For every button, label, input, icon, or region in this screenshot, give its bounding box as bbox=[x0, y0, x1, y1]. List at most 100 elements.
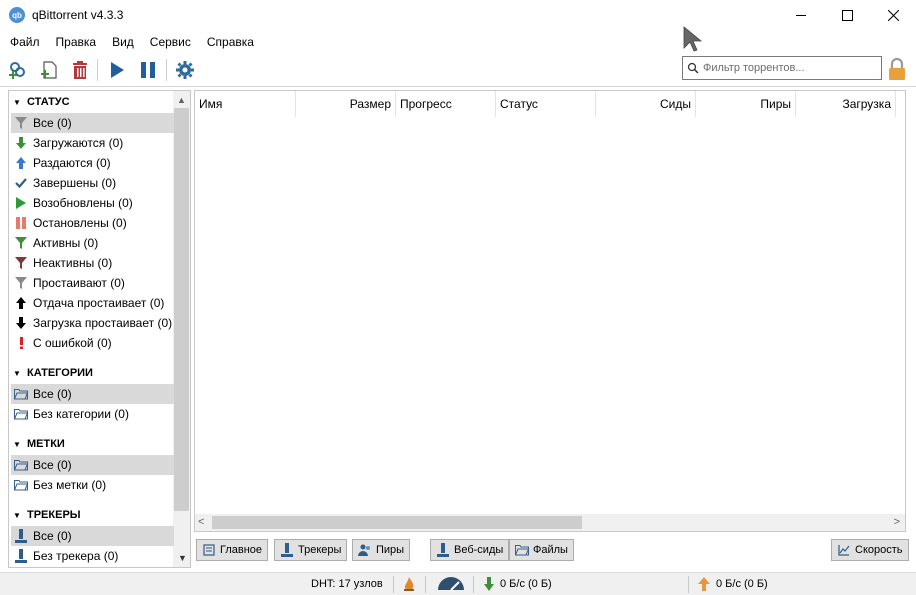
tags-section-header[interactable]: ▼ МЕТКИ bbox=[9, 434, 174, 454]
add-torrent-link-button[interactable] bbox=[6, 58, 30, 82]
connection-status-icon[interactable] bbox=[402, 576, 416, 595]
tab-webseeds[interactable]: Веб-сиды bbox=[430, 539, 510, 561]
trackers-section-title: ТРЕКЕРЫ bbox=[27, 509, 81, 521]
scroll-right-arrow-icon[interactable]: > bbox=[894, 516, 900, 528]
error-icon bbox=[14, 336, 28, 350]
minimize-button[interactable] bbox=[778, 0, 824, 31]
tag-filter-untagged[interactable]: Без метки (0) bbox=[11, 475, 174, 495]
folder-icon bbox=[14, 387, 28, 401]
pause-button[interactable] bbox=[136, 58, 160, 82]
status-filter-active[interactable]: Активны (0) bbox=[11, 233, 174, 253]
tag-filter-label: Все (0) bbox=[33, 458, 72, 472]
add-torrent-file-button[interactable] bbox=[37, 58, 61, 82]
collapse-caret-icon: ▼ bbox=[13, 368, 21, 378]
arrow-up-black-icon bbox=[14, 296, 28, 310]
filter-sidebar: ▲ ▼ СТАТУС Все (0) Загружаются (0) Разда… bbox=[8, 90, 191, 568]
category-filter-all[interactable]: Все (0) bbox=[11, 384, 174, 404]
column-header-seeds[interactable]: Сиды bbox=[596, 91, 696, 117]
column-header-status[interactable]: Статус bbox=[496, 91, 596, 117]
category-filter-uncategorized[interactable]: Без категории (0) bbox=[11, 404, 174, 424]
status-filter-all[interactable]: Все (0) bbox=[11, 113, 174, 133]
tracker-icon bbox=[436, 543, 450, 557]
status-filter-inactive[interactable]: Неактивны (0) bbox=[11, 253, 174, 273]
tab-general[interactable]: Главное bbox=[196, 539, 269, 561]
upload-speed[interactable]: 0 Б/с (0 Б) bbox=[716, 578, 768, 590]
torrent-list[interactable]: Имя Размер Прогресс Статус Сиды Пиры Заг… bbox=[194, 90, 906, 532]
status-bar: DHT: 17 узлов 0 Б/с (0 Б) 0 Б/с (0 Б) bbox=[0, 572, 916, 595]
column-header-download-speed[interactable]: Загрузка bbox=[796, 91, 896, 117]
column-header-progress[interactable]: Прогресс bbox=[396, 91, 496, 117]
scroll-left-arrow-icon[interactable]: < bbox=[198, 516, 204, 528]
column-header-label: Сиды bbox=[660, 97, 691, 111]
sidebar-scroll-thumb[interactable] bbox=[174, 108, 189, 511]
status-filter-stalled[interactable]: Простаивают (0) bbox=[11, 273, 174, 293]
tracker-filter-all[interactable]: Все (0) bbox=[11, 526, 174, 546]
status-section-header[interactable]: ▼ СТАТУС bbox=[9, 92, 174, 112]
status-filter-label: Загружаются (0) bbox=[33, 136, 124, 150]
column-header-label: Размер bbox=[349, 97, 391, 111]
status-filter-stalled-downloading[interactable]: Загрузка простаивает (0) bbox=[11, 313, 174, 333]
filter-gray-icon bbox=[14, 116, 28, 130]
download-arrow-icon bbox=[483, 577, 495, 594]
check-icon bbox=[14, 176, 28, 190]
folder-icon bbox=[14, 458, 28, 472]
status-section-title: СТАТУС bbox=[27, 96, 70, 108]
status-filter-label: Загрузка простаивает (0) bbox=[33, 316, 173, 330]
close-button[interactable] bbox=[870, 0, 916, 31]
status-filter-seeding[interactable]: Раздаются (0) bbox=[11, 153, 174, 173]
menu-edit[interactable]: Правка bbox=[48, 31, 105, 53]
maximize-button[interactable] bbox=[824, 0, 870, 31]
categories-section-header[interactable]: ▼ КАТЕГОРИИ bbox=[9, 363, 174, 383]
tag-filter-all[interactable]: Все (0) bbox=[11, 455, 174, 475]
arrow-up-blue-icon bbox=[14, 156, 28, 170]
horizontal-scroll-thumb[interactable] bbox=[212, 516, 582, 529]
folder-icon bbox=[14, 407, 28, 421]
tab-label: Веб-сиды bbox=[454, 544, 504, 556]
menu-help[interactable]: Справка bbox=[199, 31, 262, 53]
torrent-filter-field[interactable] bbox=[682, 56, 882, 80]
tab-files[interactable]: Файлы bbox=[509, 539, 574, 561]
sidebar-scroll-down-arrow-icon[interactable]: ▼ bbox=[178, 553, 187, 563]
menu-tools[interactable]: Сервис bbox=[142, 31, 199, 53]
speed-limit-gauge-icon[interactable] bbox=[437, 577, 465, 594]
tab-trackers[interactable]: Трекеры bbox=[274, 539, 348, 561]
download-speed[interactable]: 0 Б/с (0 Б) bbox=[500, 578, 552, 590]
torrent-filter-input[interactable] bbox=[703, 62, 873, 74]
delete-torrent-button[interactable] bbox=[68, 58, 92, 82]
category-filter-label: Все (0) bbox=[33, 387, 72, 401]
status-filter-downloading[interactable]: Загружаются (0) bbox=[11, 133, 174, 153]
scroll-up-arrow-icon[interactable]: ▲ bbox=[173, 91, 190, 108]
status-filter-errored[interactable]: С ошибкой (0) bbox=[11, 333, 174, 353]
status-filter-label: Возобновлены (0) bbox=[33, 196, 133, 210]
status-separator bbox=[688, 576, 689, 593]
status-filter-label: Отдача простаивает (0) bbox=[33, 296, 165, 310]
resume-button[interactable] bbox=[105, 58, 129, 82]
column-header-peers[interactable]: Пиры bbox=[696, 91, 796, 117]
status-filter-label: Завершены (0) bbox=[33, 176, 117, 190]
trackers-section-header[interactable]: ▼ ТРЕКЕРЫ bbox=[9, 505, 174, 525]
status-filter-completed[interactable]: Завершены (0) bbox=[11, 173, 174, 193]
tag-filter-label: Без метки (0) bbox=[33, 478, 107, 492]
lock-icon bbox=[889, 57, 905, 80]
play-green-icon bbox=[14, 196, 28, 210]
status-filter-stalled-uploading[interactable]: Отдача простаивает (0) bbox=[11, 293, 174, 313]
menu-file[interactable]: Файл bbox=[2, 31, 48, 53]
tab-peers[interactable]: Пиры bbox=[352, 539, 411, 561]
sidebar-scrollbar[interactable]: ▲ bbox=[173, 91, 190, 567]
column-header-size[interactable]: Размер bbox=[296, 91, 396, 117]
app-icon: qb bbox=[9, 7, 25, 23]
horizontal-scrollbar[interactable]: < > bbox=[195, 514, 905, 531]
status-filter-paused[interactable]: Остановлены (0) bbox=[11, 213, 174, 233]
collapse-caret-icon: ▼ bbox=[13, 439, 21, 449]
tab-speed[interactable]: Скорость bbox=[831, 539, 909, 561]
column-header-name[interactable]: Имя bbox=[195, 91, 296, 117]
categories-section-title: КАТЕГОРИИ bbox=[27, 367, 93, 379]
cursor-icon bbox=[683, 26, 703, 52]
status-filter-resumed[interactable]: Возобновлены (0) bbox=[11, 193, 174, 213]
settings-button[interactable] bbox=[173, 58, 197, 82]
lock-button[interactable] bbox=[886, 57, 908, 81]
document-icon bbox=[202, 543, 216, 557]
tracker-filter-trackerless[interactable]: Без трекера (0) bbox=[11, 546, 174, 566]
title-bar: qb qBittorrent v4.3.3 bbox=[0, 0, 916, 31]
menu-view[interactable]: Вид bbox=[104, 31, 142, 53]
